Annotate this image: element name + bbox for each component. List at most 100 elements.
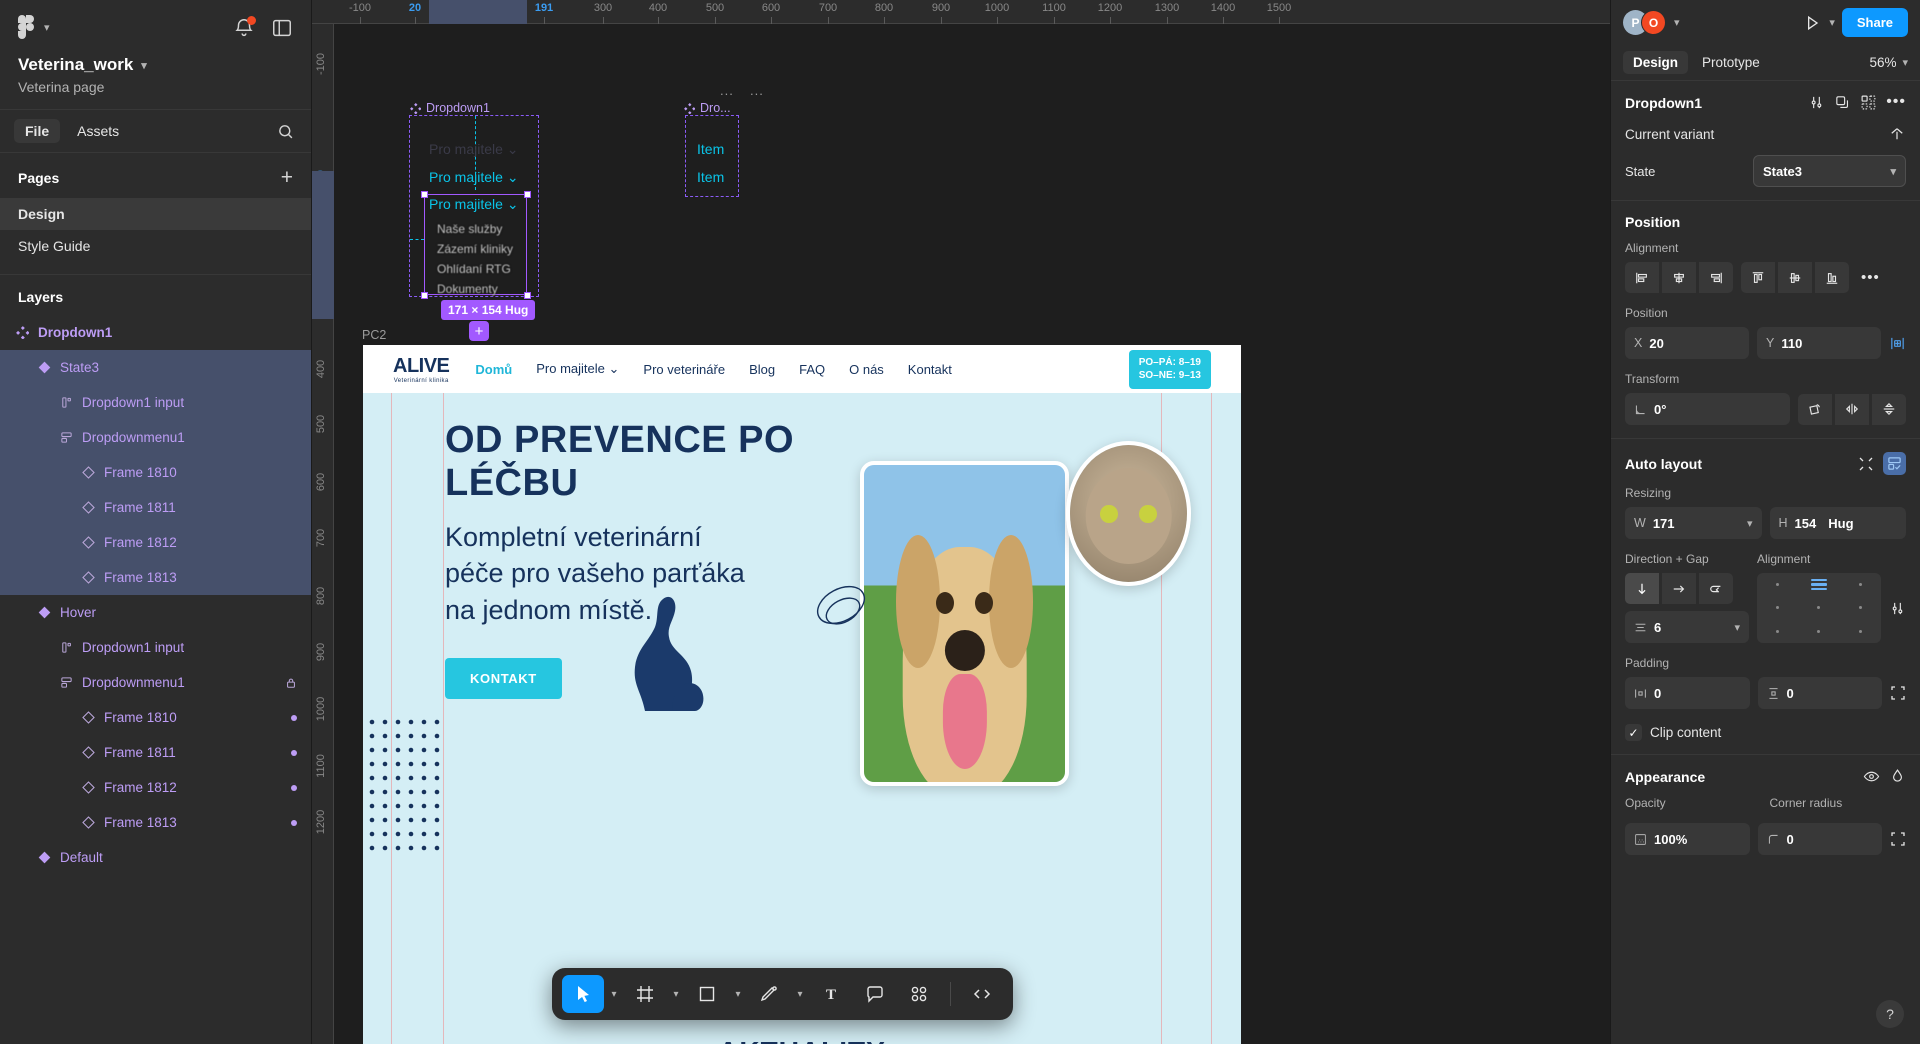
layer-row[interactable]: Frame 1810 [0,455,311,490]
page-item-design[interactable]: Design [0,198,311,230]
advanced-layout-icon[interactable] [1889,600,1906,617]
layer-row[interactable]: State3 [0,350,311,385]
layer-row[interactable]: Frame 1813 [0,805,311,840]
align-right-icon[interactable] [1699,262,1733,293]
site-nav-link[interactable]: Pro veterináře [643,362,725,377]
shape-tool[interactable] [686,975,728,1013]
align-vertical-center-icon[interactable] [1778,262,1812,293]
move-tool[interactable] [562,975,604,1013]
gap-input[interactable]: 6 ▾ [1625,611,1749,643]
resize-handle-br[interactable] [524,292,531,299]
tab-assets[interactable]: Assets [66,119,130,143]
x-position-input[interactable]: X 20 [1625,327,1749,359]
actions-tool[interactable] [898,975,940,1013]
clip-content-checkbox[interactable]: ✓ [1625,724,1642,741]
chevron-down-icon[interactable]: ▾ [1674,16,1680,29]
height-input[interactable]: H 154 Hug [1769,507,1906,539]
alignment-grid[interactable] [1757,573,1881,643]
chevron-down-icon[interactable]: ▾ [792,975,808,1013]
arrow-down-icon[interactable] [1625,573,1659,604]
y-position-input[interactable]: Y 110 [1757,327,1881,359]
align-top-icon[interactable] [1741,262,1775,293]
tab-file[interactable]: File [14,119,61,143]
layer-row[interactable]: Dropdown1 [0,315,311,350]
layer-row[interactable]: Frame 1811 [0,490,311,525]
comment-tool[interactable] [854,975,896,1013]
ruler-vertical[interactable]: -100110264400500600700800900100011001200 [312,24,334,1044]
site-nav-link[interactable]: O nás [849,362,884,377]
independent-corners-icon[interactable] [1890,831,1906,847]
chevron-down-icon[interactable]: ▾ [1829,16,1835,29]
opacity-input[interactable]: 100% [1625,823,1750,855]
eye-icon[interactable] [1863,768,1880,785]
align-left-icon[interactable] [1625,262,1659,293]
chevron-down-icon[interactable]: ▾ [668,975,684,1013]
dropdown-menu-item[interactable]: Dokumenty [437,282,498,296]
cta-kontakt-button[interactable]: KONTAKT [445,658,562,700]
dropdown-input-label[interactable]: Pro majitele ⌄ [429,169,519,186]
panel-toggle-icon[interactable] [271,17,293,39]
site-nav-link[interactable]: Domů [475,362,512,377]
artboard-label[interactable]: PC2 [362,328,386,342]
layer-row[interactable]: Hover [0,595,311,630]
wrap-icon[interactable] [1699,573,1733,604]
resize-handle-tl[interactable] [421,191,428,198]
corner-radius-input[interactable]: 0 [1757,823,1882,855]
play-icon[interactable] [1802,13,1822,33]
chevron-down-icon[interactable]: ▾ [730,975,746,1013]
resize-handle-bl[interactable] [421,292,428,299]
more-icon[interactable]: ••• [1886,94,1906,110]
layer-row[interactable]: Dropdown1 input [0,630,311,665]
flip-vertical-icon[interactable] [1872,393,1906,425]
collapse-icon[interactable] [1858,456,1874,472]
flip-horizontal-icon[interactable] [1835,393,1869,425]
search-button[interactable] [273,119,297,143]
tweak-icon[interactable] [1808,94,1825,111]
tab-prototype[interactable]: Prototype [1692,51,1770,74]
more-icon[interactable]: ••• [1861,270,1880,285]
artboard-pc2[interactable]: ALIVE Veterinární klinika Domů Pro majite… [363,345,1241,1044]
notifications-button[interactable] [233,15,256,39]
layer-row[interactable]: Frame 1810 [0,700,311,735]
clip-content-row[interactable]: ✓ Clip content [1625,724,1906,741]
layer-row[interactable]: Dropdownmenu1 [0,665,311,700]
page-item-style-guide[interactable]: Style Guide [0,230,311,262]
dropdown-selected-label[interactable]: Pro majitele ⌄ [429,196,519,213]
bottom-toolbar[interactable]: ▾ ▾ ▾ ▾ T [552,968,1013,1020]
collaborators[interactable]: P O [1623,10,1666,35]
chevron-down-icon[interactable]: ▾ [606,975,622,1013]
rotation-input[interactable]: 0° [1625,393,1790,425]
zoom-control[interactable]: 56% ▾ [1869,55,1908,70]
site-nav-link[interactable]: Pro majitele ⌄ [536,361,619,377]
dropdown-menu-item[interactable]: Zázemí kliniky [437,242,513,256]
absolute-position-icon[interactable] [1889,335,1906,352]
file-title-button[interactable]: Veterina_work ▾ [18,55,293,75]
share-button[interactable]: Share [1841,8,1908,37]
component-label-dropdown-second[interactable]: Dro... [684,101,731,115]
layer-row[interactable]: Frame 1812 [0,525,311,560]
layer-row[interactable]: Dropdownmenu1 [0,420,311,455]
ruler-horizontal[interactable]: -100201001913004005006007008009001000110… [312,0,1610,24]
avatar[interactable]: O [1641,10,1666,35]
pen-tool[interactable] [748,975,790,1013]
align-horizontal-center-icon[interactable] [1662,262,1696,293]
canvas[interactable]: -100201001913004005006007008009001000110… [312,0,1610,1044]
arrow-right-icon[interactable] [1662,573,1696,604]
layer-row[interactable]: Frame 1811 [0,735,311,770]
mini-item-1[interactable]: Item [697,141,724,157]
reset-instance-icon[interactable] [1888,125,1906,143]
help-button[interactable]: ? [1876,1000,1904,1028]
align-bottom-icon[interactable] [1815,262,1849,293]
site-logo[interactable]: ALIVE Veterinární klinika [393,355,450,384]
figma-menu-button[interactable]: ▾ [18,15,50,40]
width-input[interactable]: W 171 ▾ [1625,507,1762,539]
dropdown-menu-item[interactable]: Ohlídaní RTG [437,262,511,276]
resize-handle-tr[interactable] [524,191,531,198]
site-nav-link[interactable]: FAQ [799,362,825,377]
copy-properties-icon[interactable] [1834,94,1851,111]
layer-row[interactable]: Frame 1812 [0,770,311,805]
layer-row[interactable]: Frame 1813 [0,560,311,595]
add-page-button[interactable]: + [281,167,293,188]
lock-icon[interactable] [285,677,297,689]
individual-padding-icon[interactable] [1890,685,1906,701]
